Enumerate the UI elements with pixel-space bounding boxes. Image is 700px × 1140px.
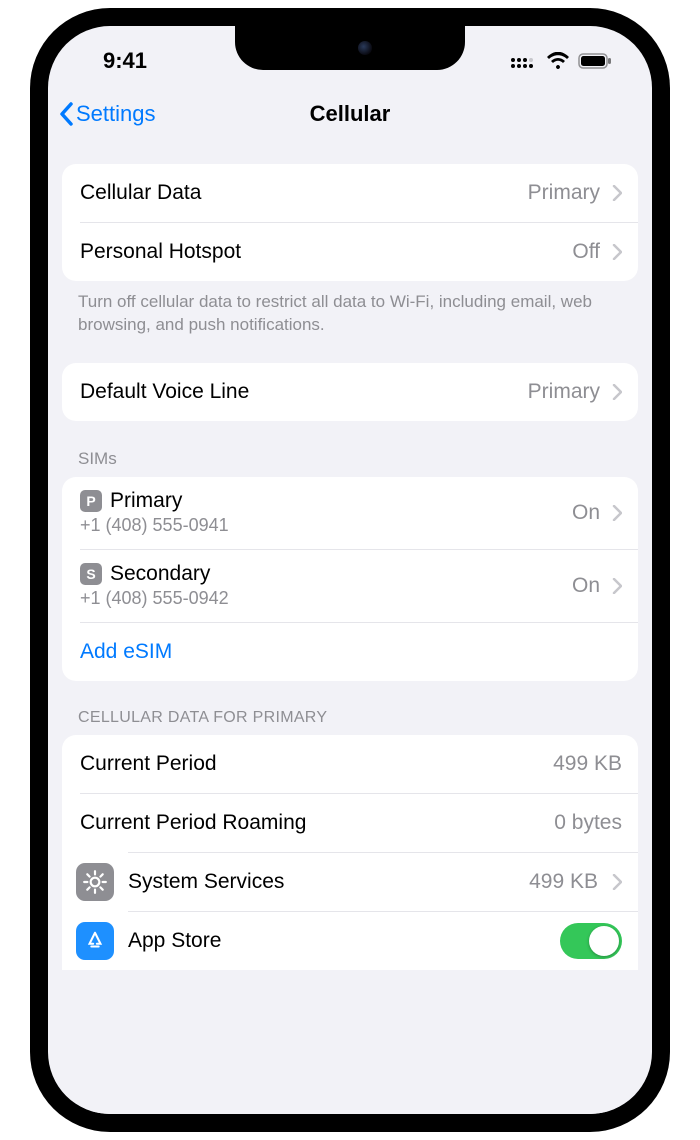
sim-status: On: [572, 501, 600, 525]
cellular-signal-icon: [510, 53, 538, 69]
sim-phone: +1 (408) 555-0941: [80, 515, 560, 536]
default-voice-line-row[interactable]: Default Voice Line Primary: [62, 363, 638, 421]
group-cellular: Cellular Data Primary Personal Hotspot O…: [62, 164, 638, 281]
group-data-usage: Current Period 499 KB Current Period Roa…: [62, 735, 638, 970]
group-voice-line: Default Voice Line Primary: [62, 363, 638, 421]
data-usage-header: CELLULAR DATA FOR PRIMARY: [48, 681, 652, 735]
current-period-value: 499 KB: [553, 752, 622, 776]
personal-hotspot-row[interactable]: Personal Hotspot Off: [62, 223, 638, 281]
sim-primary-row[interactable]: P Primary +1 (408) 555-0941 On: [62, 477, 638, 549]
battery-icon: [578, 53, 612, 69]
system-services-label: System Services: [128, 870, 515, 894]
gear-icon: [76, 863, 114, 901]
notch: [235, 26, 465, 70]
chevron-right-icon: [612, 505, 622, 521]
sim-name: Secondary: [110, 562, 210, 586]
app-store-toggle[interactable]: [560, 923, 622, 959]
chevron-right-icon: [612, 578, 622, 594]
bottom-fade: [48, 1064, 652, 1114]
system-services-row[interactable]: System Services 499 KB: [62, 853, 638, 911]
personal-hotspot-value: Off: [572, 240, 600, 264]
roaming-label: Current Period Roaming: [80, 811, 542, 835]
current-period-roaming-row: Current Period Roaming 0 bytes: [62, 794, 638, 852]
chevron-left-icon: [58, 102, 74, 126]
system-services-value: 499 KB: [529, 870, 598, 894]
current-period-row: Current Period 499 KB: [62, 735, 638, 793]
cellular-data-label: Cellular Data: [80, 181, 516, 205]
sim-name: Primary: [110, 489, 182, 513]
phone-frame: 9:41: [30, 8, 670, 1132]
sim-status: On: [572, 574, 600, 598]
sims-header: SIMs: [48, 421, 652, 477]
cellular-footer-note: Turn off cellular data to restrict all d…: [48, 281, 652, 337]
personal-hotspot-label: Personal Hotspot: [80, 240, 560, 264]
chevron-right-icon: [612, 384, 622, 400]
back-label: Settings: [76, 101, 156, 127]
roaming-value: 0 bytes: [554, 811, 622, 835]
chevron-right-icon: [612, 185, 622, 201]
status-icons: [510, 52, 612, 70]
app-store-label: App Store: [128, 929, 546, 953]
sim-secondary-row[interactable]: S Secondary +1 (408) 555-0942 On: [62, 550, 638, 622]
app-store-row[interactable]: App Store: [62, 912, 638, 970]
cellular-data-value: Primary: [528, 181, 600, 205]
group-sims: P Primary +1 (408) 555-0941 On S Seconda…: [62, 477, 638, 681]
nav-bar: Settings Cellular: [48, 86, 652, 142]
screen: 9:41: [48, 26, 652, 1114]
current-period-label: Current Period: [80, 752, 541, 776]
app-store-icon: [76, 922, 114, 960]
sim-badge-icon: P: [80, 490, 102, 512]
chevron-right-icon: [612, 244, 622, 260]
default-voice-line-value: Primary: [528, 380, 600, 404]
default-voice-line-label: Default Voice Line: [80, 380, 516, 404]
back-button[interactable]: Settings: [58, 101, 156, 127]
chevron-right-icon: [612, 874, 622, 890]
add-esim-row[interactable]: Add eSIM: [62, 623, 638, 681]
sim-badge-icon: S: [80, 563, 102, 585]
add-esim-label: Add eSIM: [80, 640, 622, 664]
sim-phone: +1 (408) 555-0942: [80, 588, 560, 609]
cellular-data-row[interactable]: Cellular Data Primary: [62, 164, 638, 222]
content-scroll[interactable]: Settings Cellular Cellular Data Primary …: [48, 86, 652, 1114]
status-time: 9:41: [103, 48, 147, 74]
front-camera-icon: [358, 41, 372, 55]
wifi-icon: [546, 52, 570, 70]
